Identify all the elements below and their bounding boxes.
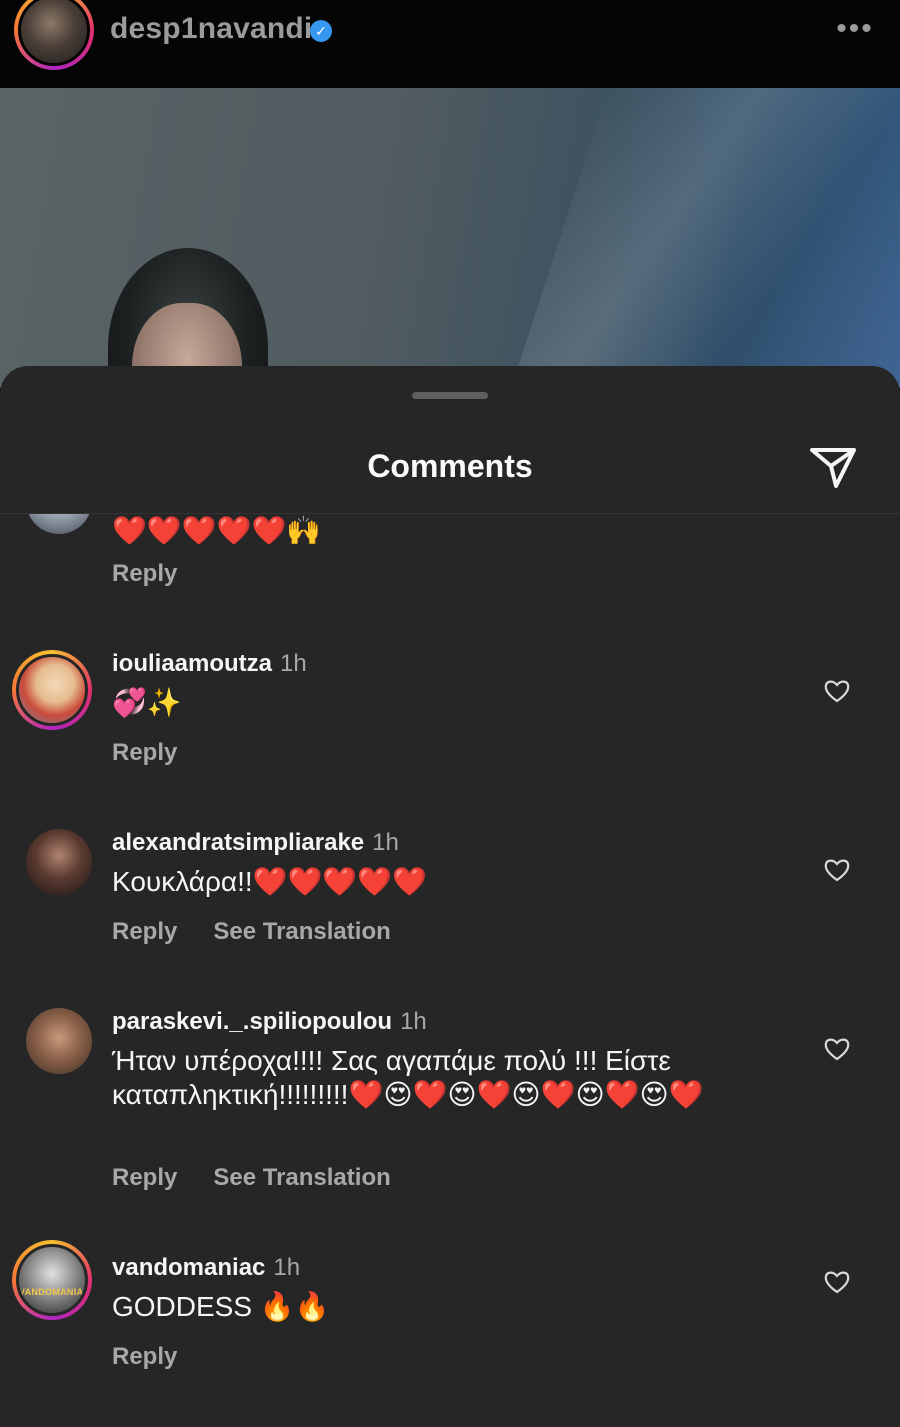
avatar bbox=[26, 1008, 92, 1074]
comment-actions: Reply bbox=[112, 1343, 213, 1371]
avatar bbox=[26, 514, 92, 534]
avatar bbox=[16, 654, 88, 726]
comment-text: 💞✨ bbox=[112, 687, 182, 718]
commenter-avatar[interactable] bbox=[12, 514, 92, 534]
avatar bbox=[26, 829, 92, 895]
screen: desp1navandi ✓ ••• Comments ❤️❤️❤️❤️❤️🙌 … bbox=[0, 0, 900, 1427]
commenter-avatar[interactable] bbox=[12, 650, 92, 730]
post-image-light bbox=[511, 88, 900, 388]
comment-text: ❤️❤️❤️❤️❤️🙌 bbox=[112, 515, 322, 546]
commenter-avatar[interactable] bbox=[12, 815, 92, 895]
post-author-username[interactable]: desp1navandi bbox=[110, 12, 312, 46]
avatar[interactable] bbox=[18, 0, 90, 66]
comment-text: Ήταν υπέροχα!!!! Σας αγαπάμε πολύ !!! Εί… bbox=[112, 1045, 704, 1110]
reply-button[interactable]: Reply bbox=[112, 739, 177, 766]
comment-time: 1h bbox=[400, 1008, 427, 1035]
reply-button[interactable]: Reply bbox=[112, 918, 177, 945]
paper-plane-icon[interactable] bbox=[806, 444, 860, 490]
post-header: desp1navandi ✓ ••• bbox=[0, 0, 900, 88]
username-text[interactable]: alexandratsimpliarake bbox=[112, 829, 364, 856]
see-translation-button[interactable]: See Translation bbox=[213, 1164, 390, 1191]
comments-list[interactable]: ❤️❤️❤️❤️❤️🙌 Reply iouliaamoutza 1h 💞✨ Re… bbox=[0, 514, 900, 1427]
comment-time: 1h bbox=[273, 1254, 301, 1281]
username-text[interactable]: iouliaamoutza bbox=[112, 650, 272, 677]
comment-username[interactable]: paraskevi._.spiliopoulou 1h bbox=[112, 1008, 427, 1036]
comment-actions: Reply bbox=[112, 560, 213, 588]
see-translation-button[interactable]: See Translation bbox=[213, 918, 390, 945]
heart-icon[interactable] bbox=[823, 1036, 851, 1062]
verified-badge-icon: ✓ bbox=[310, 20, 332, 42]
commenter-avatar[interactable] bbox=[12, 994, 92, 1074]
heart-icon[interactable] bbox=[823, 678, 851, 704]
more-options-icon[interactable]: ••• bbox=[830, 14, 880, 46]
story-ring[interactable] bbox=[14, 0, 94, 70]
sheet-title: Comments bbox=[367, 448, 533, 484]
comment-time: 1h bbox=[372, 829, 399, 856]
comment-username[interactable]: alexandratsimpliarake 1h bbox=[112, 829, 399, 857]
comments-sheet: Comments ❤️❤️❤️❤️❤️🙌 Reply iouliaamoutza… bbox=[0, 366, 900, 1427]
comment-actions: Reply See Translation bbox=[112, 1164, 427, 1192]
comment-time: 1h bbox=[280, 650, 307, 677]
comment-actions: Reply bbox=[112, 739, 213, 767]
sheet-drag-handle[interactable] bbox=[412, 392, 488, 399]
comment-username[interactable]: iouliaamoutza 1h bbox=[112, 650, 307, 678]
avatar-logo-text: VANDOMANIAC bbox=[19, 1287, 88, 1297]
avatar: VANDOMANIAC bbox=[16, 1244, 88, 1316]
commenter-avatar[interactable]: VANDOMANIAC bbox=[12, 1240, 92, 1320]
heart-icon[interactable] bbox=[823, 857, 851, 883]
reply-button[interactable]: Reply bbox=[112, 1343, 177, 1370]
reply-button[interactable]: Reply bbox=[112, 560, 177, 587]
comment-text: GODDESS 🔥🔥 bbox=[112, 1291, 330, 1322]
username-text[interactable]: paraskevi._.spiliopoulou bbox=[112, 1008, 392, 1035]
comment-username[interactable]: vandomaniac 1h bbox=[112, 1254, 300, 1282]
post-image[interactable] bbox=[0, 88, 900, 388]
comment-text: Κουκλάρα!!❤️❤️❤️❤️❤️ bbox=[112, 866, 427, 897]
comment-actions: Reply See Translation bbox=[112, 918, 427, 946]
heart-icon[interactable] bbox=[823, 1269, 851, 1295]
username-text[interactable]: vandomaniac bbox=[112, 1254, 265, 1281]
reply-button[interactable]: Reply bbox=[112, 1164, 177, 1191]
